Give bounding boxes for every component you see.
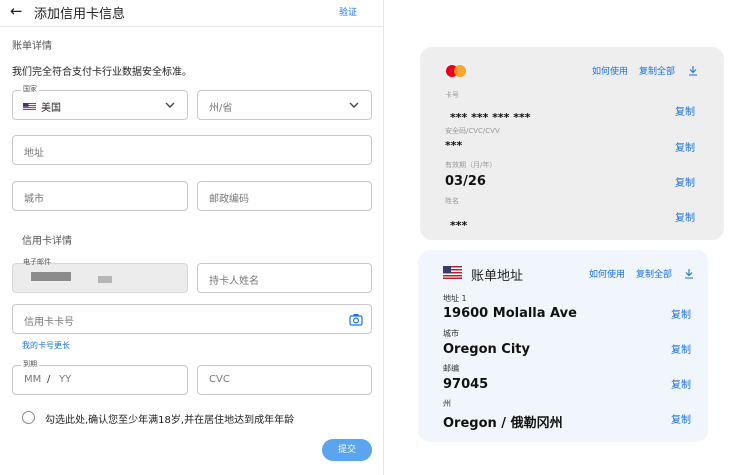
city-input[interactable]: 城市 [12,181,188,211]
copy-name-button[interactable]: 复制 [675,209,695,224]
age-consent-radio[interactable] [22,411,35,424]
expiry-label: 到期 [21,359,39,369]
copy-zip-button[interactable]: 复制 [671,376,691,391]
form-header: ← 添加信用卡信息 验证 [0,0,384,27]
postal-code-input[interactable]: 邮政编码 [197,181,372,211]
us-flag-icon [23,103,36,110]
copy-cvv-button[interactable]: 复制 [675,139,695,154]
zip-value: 97045 [443,377,489,392]
chevron-down-icon [349,102,359,108]
card-section-title: 信用卡详情 [22,236,72,247]
submit-button[interactable]: 提交 [322,439,372,461]
mastercard-icon [446,65,466,77]
copy-all-link[interactable]: 复制全部 [639,64,675,77]
redacted-email [98,276,112,283]
page-title: 添加信用卡信息 [34,7,126,22]
verify-link[interactable]: 验证 [339,5,357,18]
expiry-year: YY [59,374,72,385]
expiry-input[interactable]: 到期 MM / YY [12,359,188,395]
cvc-input[interactable]: CVC [197,365,372,395]
address-line-value: 19600 Molalla Ave [443,306,577,321]
state-select[interactable]: 州/省 [197,90,372,120]
city-placeholder: 城市 [24,194,44,205]
download-icon[interactable] [688,65,698,76]
copy-expiry-button[interactable]: 复制 [675,174,695,189]
city-label: 城市 [443,329,459,338]
copy-card-number-button[interactable]: 复制 [675,103,695,118]
cvv-label: 安全码/CVC/CVV [445,127,500,135]
address-input[interactable]: 地址 [12,135,372,165]
postal-placeholder: 邮政编码 [209,194,249,205]
expiry-date-value: 03/26 [445,174,486,189]
arrow-left-icon[interactable]: ← [10,2,23,20]
download-icon[interactable] [684,268,694,279]
zip-label: 邮编 [443,364,459,373]
card-number-label: 卡号 [445,91,459,99]
cardholder-name-input[interactable]: 持卡人姓名 [197,263,372,293]
name-value: *** [450,219,468,232]
expiry-separator: / [47,374,51,385]
country-value: 美国 [41,103,61,114]
us-flag-icon [443,266,462,279]
longer-card-number-link[interactable]: 我的卡号更长 [22,340,70,351]
country-label: 国家 [21,84,39,94]
redacted-email [31,272,71,281]
security-notice: 我们完全符合支付卡行业数据安全标准。 [12,67,192,78]
chevron-down-icon [165,102,175,108]
card-number-input[interactable]: 信用卡卡号 [12,304,372,334]
cvc-placeholder: CVC [209,374,230,385]
expiry-month: MM [24,374,42,385]
cvv-value: *** [445,139,463,152]
camera-icon[interactable] [349,313,363,326]
email-label: 电子邮件 [23,258,51,266]
card-info-panel: 如何使用 复制全部 卡号 *** *** *** *** 复制 安全码/CVC/… [420,47,724,240]
address-panel-title: 账单地址 [471,269,524,284]
expiry-date-label: 有效期（月/年） [445,161,497,169]
address-placeholder: 地址 [24,148,44,159]
country-select[interactable]: 国家 美国 [12,84,188,120]
copy-all-link[interactable]: 复制全部 [636,267,672,280]
card-number-placeholder: 信用卡卡号 [24,317,74,328]
address-line-label: 地址 1 [443,294,467,303]
add-card-form: ← 添加信用卡信息 验证 账单详情 我们完全符合支付卡行业数据安全标准。 国家 … [0,0,384,475]
age-consent-text: 勾选此处,确认您至少年满18岁,并在居住地达到成年年龄 [45,415,295,426]
state-placeholder: 州/省 [209,103,233,114]
billing-section-title: 账单详情 [12,41,52,52]
how-to-use-link[interactable]: 如何使用 [589,267,625,280]
name-label: 姓名 [445,197,459,205]
billing-address-panel: 账单地址 如何使用 复制全部 地址 1 19600 Molalla Ave 复制… [418,250,708,442]
email-field[interactable]: 电子邮件 [12,258,188,293]
state-label: 州 [443,399,451,408]
state-value: Oregon / 俄勒冈州 [443,416,563,431]
copy-address-button[interactable]: 复制 [671,306,691,321]
city-value: Oregon City [443,342,530,357]
copy-state-button[interactable]: 复制 [671,411,691,426]
copy-city-button[interactable]: 复制 [671,341,691,356]
card-number-value: *** *** *** *** [450,111,531,124]
holder-placeholder: 持卡人姓名 [209,276,259,287]
how-to-use-link[interactable]: 如何使用 [592,64,628,77]
